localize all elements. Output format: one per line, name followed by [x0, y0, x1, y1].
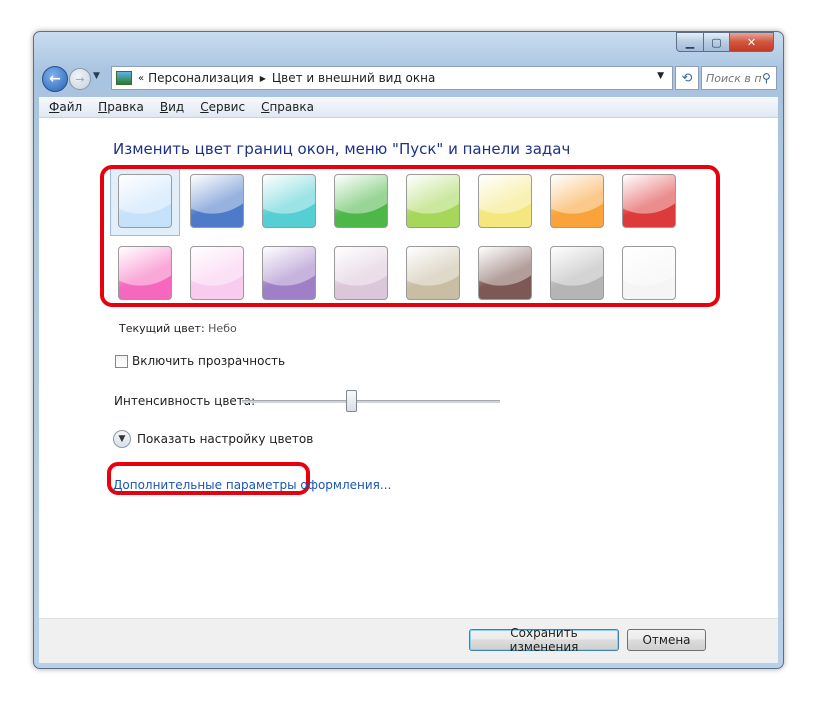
window: ▁ ▢ ✕ ← → ▼ « Персонализация ▶ Цвет и вн… — [33, 31, 784, 669]
recent-pages-dropdown-icon[interactable]: ▼ — [93, 71, 100, 81]
breadcrumb-personalization[interactable]: Персонализация — [148, 71, 254, 85]
forward-button[interactable]: → — [69, 68, 91, 90]
breadcrumb-overflow-icon[interactable]: « — [138, 73, 144, 84]
highlight-frame-swatches — [100, 165, 720, 307]
menu-tools[interactable]: Сервис — [200, 100, 245, 114]
cancel-button[interactable]: Отмена — [627, 629, 706, 651]
control-panel-icon — [116, 71, 132, 85]
back-button[interactable]: ← — [42, 66, 68, 92]
window-controls: ▁ ▢ ✕ — [676, 32, 774, 52]
breadcrumb-window-color[interactable]: Цвет и внешний вид окна — [272, 71, 436, 85]
search-icon[interactable]: ⚲ — [762, 72, 774, 84]
chevron-down-icon[interactable]: ▼ — [113, 430, 131, 448]
refresh-icon: ⟲ — [681, 70, 693, 86]
intensity-slider-thumb[interactable] — [346, 390, 357, 412]
content-pane: Изменить цвет границ окон, меню "Пуск" и… — [39, 118, 778, 618]
transparency-label[interactable]: Включить прозрачность — [132, 354, 285, 368]
footer-bar: Сохранить изменения Отмена — [39, 618, 778, 663]
current-color-value: Небо — [208, 322, 237, 335]
current-color: Текущий цвет: Небо — [119, 322, 237, 335]
maximize-button[interactable]: ▢ — [704, 32, 730, 52]
show-color-mixer-label[interactable]: Показать настройку цветов — [137, 432, 313, 446]
menu-bar: Файл Правка Вид Сервис Справка — [39, 97, 778, 118]
navigation-bar: ← → ▼ « Персонализация ▶ Цвет и внешний … — [39, 64, 778, 94]
search-box[interactable]: ⚲ — [701, 66, 777, 90]
save-button[interactable]: Сохранить изменения — [469, 626, 619, 654]
menu-view[interactable]: Вид — [160, 100, 184, 114]
menu-help[interactable]: Справка — [261, 100, 314, 114]
refresh-button[interactable]: ⟲ — [675, 66, 699, 90]
show-color-mixer[interactable]: ▼ Показать настройку цветов — [113, 430, 313, 448]
address-bar[interactable]: « Персонализация ▶ Цвет и внешний вид ок… — [111, 66, 673, 90]
search-input[interactable] — [706, 71, 762, 85]
minimize-button[interactable]: ▁ — [676, 32, 704, 52]
transparency-option[interactable]: Включить прозрачность — [115, 354, 285, 368]
intensity-slider-track[interactable] — [242, 400, 500, 403]
transparency-checkbox[interactable] — [115, 354, 128, 368]
advanced-appearance-link[interactable]: Дополнительные параметры оформления... — [113, 478, 391, 492]
page-title: Изменить цвет границ окон, меню "Пуск" и… — [113, 140, 571, 158]
menu-edit[interactable]: Правка — [98, 100, 144, 114]
breadcrumb-arrow-icon[interactable]: ▶ — [260, 74, 266, 83]
close-button[interactable]: ✕ — [730, 32, 774, 52]
menu-file[interactable]: Файл — [49, 100, 82, 114]
current-color-label: Текущий цвет: — [119, 322, 205, 335]
address-dropdown-icon[interactable]: ▼ — [657, 71, 664, 81]
intensity-label: Интенсивность цвета: — [114, 394, 256, 408]
